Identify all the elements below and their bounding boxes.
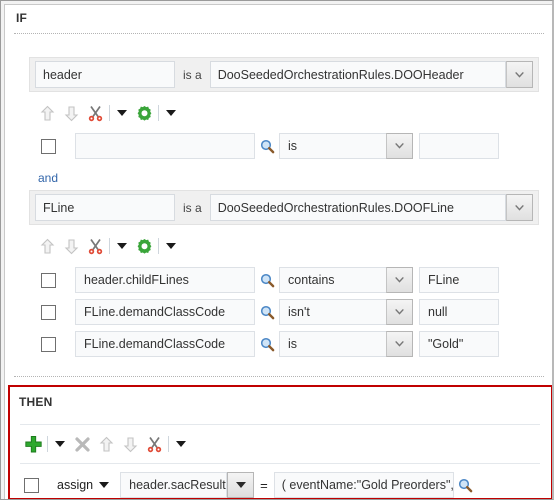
then-section: THEN assign header.sacResult = (eventNa… bbox=[8, 385, 552, 499]
condition-checkbox[interactable] bbox=[41, 304, 56, 320]
caret-down-icon-add[interactable] bbox=[50, 433, 70, 455]
equals-sign: = bbox=[260, 477, 268, 493]
then-toolbar bbox=[21, 432, 191, 456]
pattern-facttype-header[interactable]: DooSeededOrchestrationRules.DOOHeader bbox=[209, 61, 506, 88]
action-type-dropdown[interactable]: assign bbox=[57, 478, 110, 492]
caret-down-icon-gear-header[interactable] bbox=[161, 102, 181, 124]
then-label: THEN bbox=[19, 395, 53, 409]
condition-operator-value: is bbox=[288, 337, 298, 351]
condition-row: header.childFLines contains FLine bbox=[41, 266, 552, 294]
action-row: assign header.sacResult = ( eventName:"G… bbox=[24, 471, 552, 499]
condition-operator-dropdown[interactable] bbox=[386, 133, 413, 159]
caret-down-icon-cut-header[interactable] bbox=[112, 102, 132, 124]
isa-label-header: is a bbox=[183, 67, 202, 82]
pattern-toolbar-header bbox=[35, 101, 181, 125]
cut-icon[interactable] bbox=[83, 102, 107, 124]
pattern-row-header[interactable]: header is a DooSeededOrchestrationRules.… bbox=[29, 57, 539, 92]
chevron-down-icon bbox=[395, 341, 404, 347]
if-section: IF header is a DooSeededOrchestrationRul… bbox=[5, 5, 552, 380]
condition-operator-dropdown[interactable] bbox=[386, 267, 413, 293]
search-icon[interactable] bbox=[454, 474, 478, 496]
isa-label-fline: is a bbox=[183, 200, 202, 215]
action-target-field[interactable]: header.sacResult bbox=[120, 472, 228, 498]
if-top-divider bbox=[14, 33, 544, 34]
search-icon[interactable] bbox=[255, 333, 279, 355]
search-icon[interactable] bbox=[255, 135, 279, 157]
move-up-icon[interactable] bbox=[35, 102, 59, 124]
add-icon[interactable] bbox=[21, 433, 45, 455]
caret-down-icon bbox=[235, 482, 246, 488]
search-icon[interactable] bbox=[255, 269, 279, 291]
then-divider-bottom bbox=[20, 463, 540, 464]
pattern-alias-fline[interactable]: FLine bbox=[35, 194, 175, 221]
move-up-icon[interactable] bbox=[94, 433, 118, 455]
rule-editor-window: IF header is a DooSeededOrchestrationRul… bbox=[0, 0, 554, 500]
condition-row: FLine.demandClassCode isn't null bbox=[41, 298, 552, 326]
toolbar-separator bbox=[158, 238, 159, 254]
condition-operator-value: is bbox=[288, 139, 298, 153]
condition-row: is bbox=[41, 132, 552, 160]
pattern-toolbar-fline bbox=[35, 234, 181, 258]
caret-down-icon-cut-then[interactable] bbox=[171, 433, 191, 455]
pattern-facttype-dropdown-header[interactable] bbox=[506, 61, 533, 88]
pattern-facttype-dropdown-fline[interactable] bbox=[506, 194, 533, 221]
chevron-down-icon bbox=[515, 71, 524, 78]
rule-canvas: IF header is a DooSeededOrchestrationRul… bbox=[4, 4, 552, 499]
condition-checkbox[interactable] bbox=[41, 336, 56, 352]
pattern-row-fline[interactable]: FLine is a DooSeededOrchestrationRules.D… bbox=[29, 190, 539, 225]
condition-right-operand[interactable]: "Gold" bbox=[419, 331, 499, 357]
condition-operator-select[interactable]: isn't bbox=[279, 299, 413, 325]
then-divider-top bbox=[20, 424, 540, 425]
pattern-facttype-fline[interactable]: DooSeededOrchestrationRules.DOOFLine bbox=[209, 194, 506, 221]
condition-checkbox[interactable] bbox=[41, 138, 56, 154]
action-type-label: assign bbox=[57, 478, 94, 492]
condition-operator-dropdown[interactable] bbox=[386, 299, 413, 325]
caret-down-icon-gear-fline[interactable] bbox=[161, 235, 181, 257]
condition-right-operand[interactable]: null bbox=[419, 299, 499, 325]
move-down-icon[interactable] bbox=[59, 102, 83, 124]
if-label: IF bbox=[16, 11, 28, 25]
condition-operator-select[interactable]: is bbox=[279, 331, 413, 357]
caret-down-icon bbox=[99, 482, 110, 488]
delete-icon[interactable] bbox=[70, 433, 94, 455]
condition-left-operand[interactable] bbox=[75, 133, 255, 159]
toolbar-separator bbox=[109, 238, 110, 254]
toolbar-separator bbox=[109, 105, 110, 121]
chevron-down-icon bbox=[395, 277, 404, 283]
chevron-down-icon bbox=[395, 143, 404, 149]
condition-operator-value: isn't bbox=[288, 305, 310, 319]
gear-icon[interactable] bbox=[132, 235, 156, 257]
chevron-down-icon bbox=[515, 204, 524, 211]
condition-operator-value: contains bbox=[288, 273, 335, 287]
action-expression-field[interactable]: ( eventName:"Gold Preorders", reevaluate… bbox=[273, 472, 454, 498]
search-icon[interactable] bbox=[255, 301, 279, 323]
move-up-icon[interactable] bbox=[35, 235, 59, 257]
chevron-down-icon bbox=[395, 309, 404, 315]
toolbar-separator bbox=[168, 436, 169, 452]
pattern-alias-header[interactable]: header bbox=[35, 61, 175, 88]
toolbar-separator bbox=[47, 436, 48, 452]
cut-icon[interactable] bbox=[83, 235, 107, 257]
condition-row: FLine.demandClassCode is "Gold" bbox=[41, 330, 552, 358]
condition-checkbox[interactable] bbox=[41, 272, 56, 288]
cut-icon[interactable] bbox=[142, 433, 166, 455]
action-checkbox[interactable] bbox=[24, 477, 39, 493]
condition-left-operand[interactable]: header.childFLines bbox=[75, 267, 255, 293]
condition-operator-select[interactable]: is bbox=[279, 133, 413, 159]
conjunction-and[interactable]: and bbox=[38, 171, 58, 185]
condition-operator-dropdown[interactable] bbox=[386, 331, 413, 357]
condition-left-operand[interactable]: FLine.demandClassCode bbox=[75, 299, 255, 325]
condition-right-operand[interactable]: FLine bbox=[419, 267, 499, 293]
if-bottom-divider bbox=[14, 376, 544, 377]
condition-left-operand[interactable]: FLine.demandClassCode bbox=[75, 331, 255, 357]
action-target-dropdown[interactable] bbox=[227, 472, 255, 498]
move-down-icon[interactable] bbox=[118, 433, 142, 455]
action-target-value: header.sacResult bbox=[129, 478, 226, 492]
toolbar-separator bbox=[158, 105, 159, 121]
condition-operator-select[interactable]: contains bbox=[279, 267, 413, 293]
condition-right-operand[interactable] bbox=[419, 133, 499, 159]
move-down-icon[interactable] bbox=[59, 235, 83, 257]
caret-down-icon-cut-fline[interactable] bbox=[112, 235, 132, 257]
gear-icon[interactable] bbox=[132, 102, 156, 124]
